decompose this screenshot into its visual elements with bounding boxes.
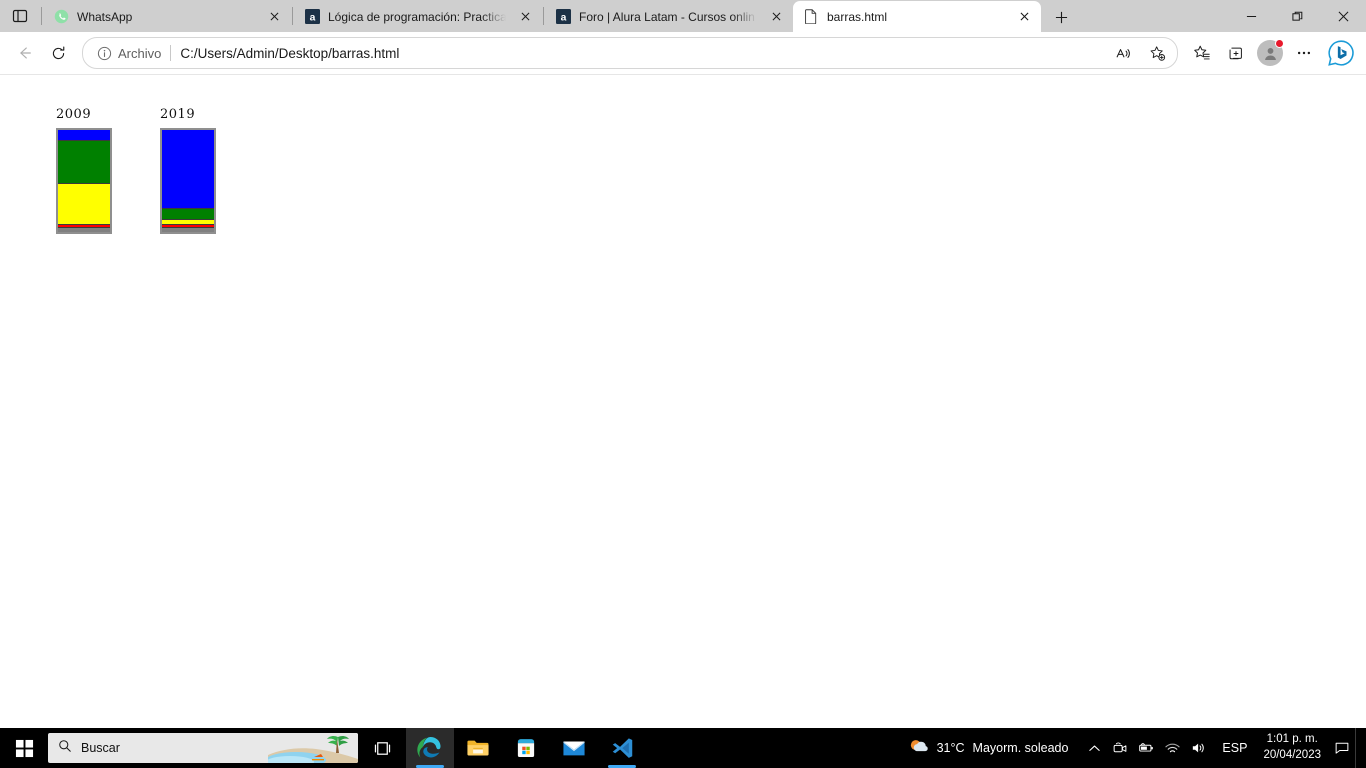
address-bar[interactable]: Archivo C:/Users/Admin/Desktop/barras.ht… [82,37,1178,69]
tab-title: WhatsApp [77,9,133,24]
windows-taskbar: Buscar 31°C Mayorm. soleado ESP 1:01 p. … [0,728,1366,768]
taskbar-app-vscode[interactable] [598,728,646,768]
tab-foro-alura[interactable]: a Foro | Alura Latam - Cursos onlin [545,1,793,32]
bar-segment-gray[interactable] [58,228,110,232]
stacked-bar[interactable] [56,128,112,234]
taskbar-app-microsoft-store[interactable] [502,728,550,768]
favorites-icon[interactable] [1186,37,1218,69]
tab-whatsapp[interactable]: WhatsApp [43,1,291,32]
add-favorite-icon[interactable] [1141,37,1173,69]
camera-icon[interactable] [1108,728,1132,768]
search-input[interactable]: Buscar [48,733,358,763]
taskbar-app-edge[interactable] [406,728,454,768]
stacked-bar[interactable] [160,128,216,234]
bing-copilot-icon[interactable] [1324,36,1358,70]
bar-segment-green[interactable] [58,140,110,184]
bar-segment-gray[interactable] [162,228,214,232]
system-tray: 31°C Mayorm. soleado ESP 1:01 p. m. 20/0… [897,728,1366,768]
taskbar-app-file-explorer[interactable] [454,728,502,768]
toolbar-right-tools [1186,36,1358,70]
tab-barras-html[interactable]: barras.html [793,1,1041,32]
task-view-icon[interactable] [358,728,406,768]
clock-date: 20/04/2023 [1263,749,1321,761]
back-arrow-icon[interactable] [8,37,40,69]
weather-temperature: 31°C [936,741,965,755]
taskbar-clock[interactable]: 1:01 p. m. 20/04/2023 [1255,728,1329,768]
taskbar-app-mail[interactable] [550,728,598,768]
weather-sunny-cloud-icon [907,735,929,762]
tab-logica-programacion[interactable]: a Lógica de programación: Practica [294,1,542,32]
browser-toolbar: Archivo C:/Users/Admin/Desktop/barras.ht… [0,32,1366,75]
address-url-text[interactable]: C:/Users/Admin/Desktop/barras.html [180,46,1107,61]
svg-text:a: a [309,12,315,23]
tab-divider [543,7,544,25]
window-controls [1228,0,1366,32]
wifi-icon[interactable] [1160,728,1184,768]
tab-close-button[interactable] [514,6,536,28]
bar-group-2019: 2019 [160,107,216,234]
bar-segment-blue[interactable] [162,130,214,209]
new-tab-button[interactable] [1045,2,1077,32]
search-decoration-image [268,733,358,763]
taskbar-apps [406,728,646,768]
file-icon [803,9,819,25]
tray-icons [1078,728,1214,768]
profile-avatar[interactable] [1257,39,1284,66]
browser-window: WhatsApp a Lógica de programación: Pract… [0,0,1366,768]
search-icon [58,739,72,758]
ellipsis-icon[interactable] [1288,37,1320,69]
profile-badge-dot [1275,39,1284,48]
tab-title: barras.html [827,9,888,24]
show-desktop-button[interactable] [1355,728,1362,768]
info-circle-icon[interactable] [93,42,115,64]
bar-group-2009: 2009 [56,107,112,234]
clock-time: 1:01 p. m. [1266,733,1318,746]
weather-condition: Mayorm. soleado [972,741,1069,755]
battery-icon[interactable] [1134,728,1158,768]
tab-title: Foro | Alura Latam - Cursos onlin [579,9,755,24]
volume-icon[interactable] [1186,728,1210,768]
tab-close-button[interactable] [263,6,285,28]
bar-label: 2009 [56,107,92,122]
whatsapp-icon [53,9,69,25]
address-bar-actions [1107,37,1173,69]
tab-search-icon[interactable] [0,0,40,32]
restore-icon[interactable] [1274,0,1320,32]
tab-divider [292,7,293,25]
bar-label: 2019 [160,107,196,122]
bar-segment-blue[interactable] [58,130,110,141]
alura-icon: a [304,9,320,25]
bar-segment-yellow[interactable] [58,183,110,225]
notification-icon[interactable] [1329,728,1355,768]
collections-icon[interactable] [1220,37,1252,69]
alura-icon: a [555,9,571,25]
windows-start-icon[interactable] [0,728,48,768]
tab-strip: WhatsApp a Lógica de programación: Pract… [0,0,1366,32]
tab-divider [41,7,42,25]
tab-close-button[interactable] [1013,6,1035,28]
language-indicator[interactable]: ESP [1214,741,1255,755]
refresh-icon[interactable] [42,37,74,69]
minimize-icon[interactable] [1228,0,1274,32]
show-hidden-icons-chevron[interactable] [1082,728,1106,768]
search-placeholder: Buscar [81,741,120,755]
weather-widget[interactable]: 31°C Mayorm. soleado [897,728,1079,768]
address-divider [170,45,172,61]
address-scheme-label: Archivo [118,45,162,61]
read-aloud-icon[interactable] [1107,37,1139,69]
bar-segment-green[interactable] [162,209,214,220]
tab-close-button[interactable] [765,6,787,28]
tab-title: Lógica de programación: Practica [328,9,506,24]
page-viewport: 2009 2019 [0,75,1366,768]
close-icon[interactable] [1320,0,1366,32]
tab-list: WhatsApp a Lógica de programación: Pract… [43,0,1077,32]
svg-text:a: a [560,12,566,23]
stacked-bar-chart: 2009 2019 [56,107,216,234]
